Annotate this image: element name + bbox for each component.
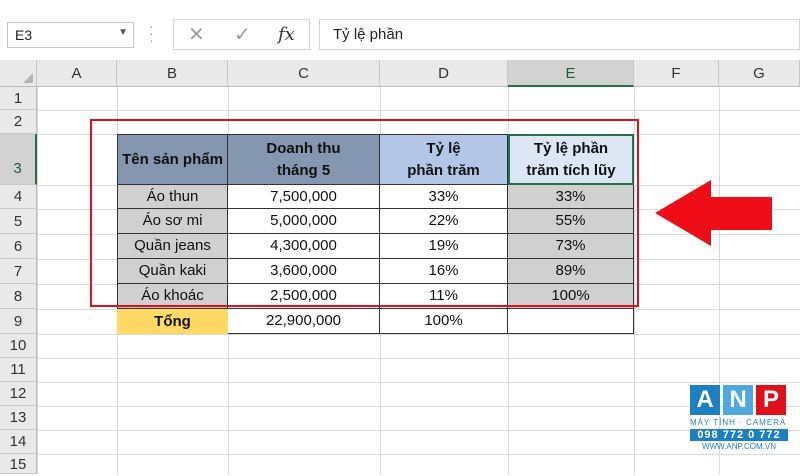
row-header-13[interactable]: 13 — [0, 406, 37, 430]
row-header-10[interactable]: 10 — [0, 334, 37, 358]
row-header-8[interactable]: 8 — [0, 284, 37, 309]
row-header-11[interactable]: 11 — [0, 358, 37, 382]
row-header-5[interactable]: 5 — [0, 209, 37, 234]
column-header-g[interactable]: G — [719, 60, 800, 87]
row-header-3[interactable]: 3 — [0, 134, 37, 185]
grid-line — [37, 334, 800, 335]
grid-line — [37, 406, 800, 407]
row-header-1[interactable]: 1 — [0, 87, 37, 110]
total-percent[interactable]: 100% — [380, 309, 508, 334]
chevron-down-icon[interactable]: ▼ — [118, 27, 128, 38]
highlight-box — [90, 119, 639, 307]
total-label[interactable]: Tổng — [117, 309, 228, 334]
row-header-14[interactable]: 14 — [0, 430, 37, 454]
check-icon[interactable]: ✓ — [234, 22, 251, 47]
column-header-e[interactable]: E — [508, 60, 634, 87]
function-icon[interactable]: fx — [278, 24, 295, 45]
logo-letter-p: P — [756, 385, 786, 415]
row-header-9[interactable]: 9 — [0, 309, 37, 334]
total-cumulative-empty[interactable] — [508, 309, 634, 334]
grid-line — [37, 382, 800, 383]
arrow-left-icon — [655, 180, 772, 246]
logo-phone: 098 772 0 772 — [690, 429, 788, 441]
logo-website: WWW.ANP.COM.VN — [701, 442, 777, 451]
logo-tagline: MÁY TÍNH · CAMERA — [690, 418, 787, 427]
formula-content: Tỷ lệ phần — [333, 26, 404, 43]
cancel-icon[interactable]: ✕ — [188, 22, 205, 47]
row-header-15[interactable]: 15 — [0, 454, 37, 474]
grid-line — [37, 454, 800, 455]
total-revenue[interactable]: 22,900,000 — [228, 309, 380, 334]
logo-letter-n: N — [723, 385, 753, 415]
row-header-2[interactable]: 2 — [0, 110, 37, 134]
name-box[interactable]: E3 ▼ — [7, 22, 134, 48]
row-header-4[interactable]: 4 — [0, 185, 37, 209]
select-all-corner[interactable] — [0, 60, 37, 87]
column-header-a[interactable]: A — [37, 60, 117, 87]
anp-logo: A N P MÁY TÍNH · CAMERA 098 772 0 772 WW… — [690, 385, 788, 451]
formula-buttons: ✕ ✓ fx — [173, 19, 310, 50]
row-header-7[interactable]: 7 — [0, 259, 37, 284]
column-header-c[interactable]: C — [228, 60, 380, 87]
grid-line — [37, 110, 800, 111]
column-header-d[interactable]: D — [380, 60, 508, 87]
column-header-b[interactable]: B — [117, 60, 228, 87]
grid-line — [37, 358, 800, 359]
formula-input[interactable]: Tỷ lệ phần — [319, 19, 800, 50]
row-header-6[interactable]: 6 — [0, 234, 37, 259]
drag-handle-icon[interactable]: · · · — [149, 19, 154, 47]
column-header-f[interactable]: F — [634, 60, 719, 87]
grid-line — [37, 430, 800, 431]
logo-letter-a: A — [690, 385, 720, 415]
logo-letters: A N P — [690, 385, 788, 415]
row-header-12[interactable]: 12 — [0, 382, 37, 406]
name-box-value: E3 — [15, 27, 33, 43]
